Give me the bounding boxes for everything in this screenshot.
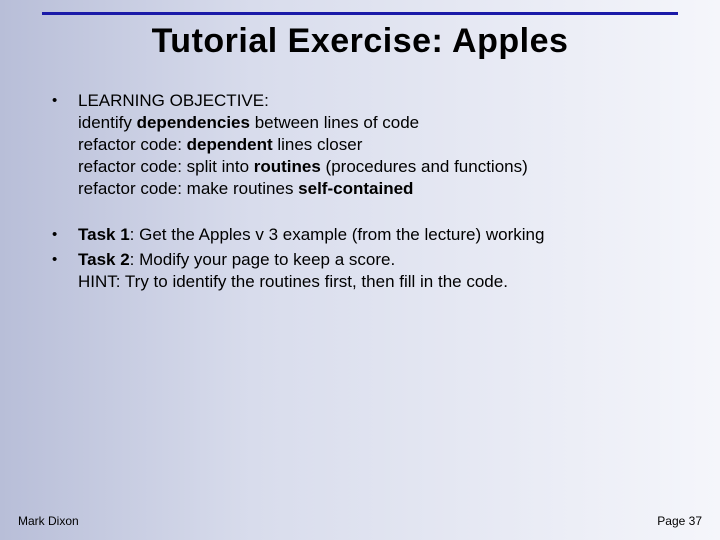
task-2: • Task 2: Modify your page to keep a sco…	[52, 249, 680, 293]
footer-author: Mark Dixon	[18, 514, 79, 528]
slide-title: Tutorial Exercise: Apples	[0, 22, 720, 61]
objective-label: LEARNING OBJECTIVE:	[78, 90, 680, 112]
objective-line-2: refactor code: dependent lines closer	[78, 134, 680, 156]
objective-block: • LEARNING OBJECTIVE: identify dependenc…	[52, 90, 680, 200]
objective-line-4: refactor code: make routines self-contai…	[78, 178, 680, 200]
bullet-icon: •	[52, 224, 78, 245]
objective-line-3: refactor code: split into routines (proc…	[78, 156, 680, 178]
footer-page: Page 37	[657, 514, 702, 528]
task-1: • Task 1: Get the Apples v 3 example (fr…	[52, 224, 680, 246]
task-2-hint: HINT: Try to identify the routines first…	[78, 271, 680, 293]
slide-body: • LEARNING OBJECTIVE: identify dependenc…	[52, 90, 680, 295]
objective-line-1: identify dependencies between lines of c…	[78, 112, 680, 134]
title-rule	[42, 12, 678, 15]
bullet-icon: •	[52, 90, 78, 111]
bullet-icon: •	[52, 249, 78, 270]
